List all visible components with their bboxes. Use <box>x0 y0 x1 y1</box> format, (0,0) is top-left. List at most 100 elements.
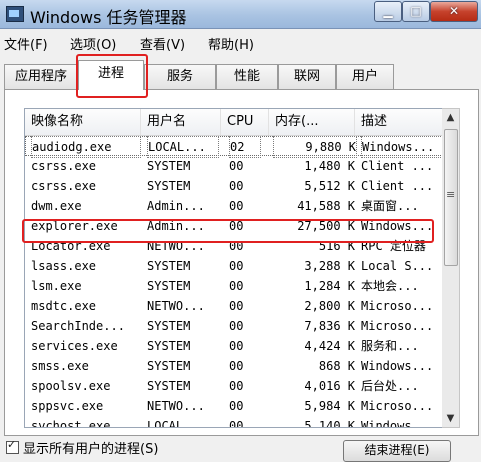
cell-desc: 本地会... <box>361 279 419 293</box>
show-all-users-checkbox[interactable]: 显示所有用户的进程(S) <box>6 438 159 457</box>
menu-help[interactable]: 帮助(H) <box>208 34 254 53</box>
table-row[interactable]: audiodg.exe LOCAL... 02 9,880 K Windows... <box>25 136 443 158</box>
tab-applications[interactable]: 应用程序 <box>4 64 78 89</box>
cell-cpu: 00 <box>229 219 244 233</box>
cell-name: msdtc.exe <box>31 299 97 313</box>
cell-desc: 后台处... <box>361 379 419 393</box>
cell-mem: 868 K <box>318 359 355 373</box>
menu-options[interactable]: 选项(O) <box>70 34 116 53</box>
cell-user: SYSTEM <box>147 319 191 333</box>
cell-cpu: 00 <box>229 179 244 193</box>
cell-mem: 4,016 K <box>304 379 355 393</box>
scroll-up-icon[interactable]: ▲ <box>442 109 459 126</box>
cell-user: Admin... <box>147 219 205 233</box>
tab-performance[interactable]: 性能 <box>216 64 278 89</box>
tab-networking[interactable]: 联网 <box>278 64 336 89</box>
cell-name: explorer.exe <box>31 219 118 233</box>
tab-services[interactable]: 服务 <box>144 64 216 89</box>
cell-cpu: 00 <box>229 279 244 293</box>
table-row[interactable]: msdtc.exe NETWO... 00 2,800 K Microso... <box>25 296 443 316</box>
cell-name: lsm.exe <box>31 279 82 293</box>
table-row[interactable]: spoolsv.exe SYSTEM 00 4,016 K 后台处... <box>25 376 443 396</box>
table-row[interactable]: dwm.exe Admin... 00 41,588 K 桌面窗... <box>25 196 443 216</box>
cell-mem: 2,800 K <box>304 299 355 313</box>
cell-name: SearchInde... <box>31 319 125 333</box>
cell-user: SYSTEM <box>147 159 191 173</box>
column-memory[interactable]: 内存(... <box>269 109 355 135</box>
vertical-scrollbar[interactable]: ▲ ▼ <box>442 108 460 428</box>
cell-user: SYSTEM <box>147 279 191 293</box>
maximize-button[interactable]: □ <box>402 1 430 22</box>
cell-user: SYSTEM <box>147 259 191 273</box>
cell-cpu: 02 <box>229 136 261 158</box>
process-list[interactable]: 映像名称 用户名 CPU 内存(... 描述 audiodg.exe LOCAL.… <box>24 108 444 428</box>
cell-user: SYSTEM <box>147 179 191 193</box>
cell-mem: 1,284 K <box>304 279 355 293</box>
show-all-users-label: 显示所有用户的进程(S) <box>23 442 159 457</box>
cell-name: csrss.exe <box>31 179 97 193</box>
tab-processes[interactable]: 进程 <box>78 60 144 90</box>
menu-bar: 文件(F) 选项(O) 查看(V) 帮助(H) <box>0 30 481 54</box>
table-row[interactable]: lsm.exe SYSTEM 00 1,284 K 本地会... <box>25 276 443 296</box>
title-bar: Windows 任务管理器 ▁ □ ✕ <box>0 0 481 29</box>
column-description[interactable]: 描述 <box>355 109 443 135</box>
table-row[interactable]: csrss.exe SYSTEM 00 1,480 K Client ... <box>25 156 443 176</box>
cell-desc: Local S... <box>361 259 434 273</box>
cell-mem: 5,140 K <box>304 419 355 428</box>
table-row[interactable]: csrss.exe SYSTEM 00 5,512 K Client ... <box>25 176 443 196</box>
menu-view[interactable]: 查看(V) <box>140 34 185 53</box>
cell-user: SYSTEM <box>147 359 191 373</box>
cell-cpu: 00 <box>229 259 244 273</box>
cell-cpu: 00 <box>229 319 244 333</box>
tab-strip: 应用程序 进程 服务 性能 联网 用户 <box>0 60 481 90</box>
tab-users[interactable]: 用户 <box>336 64 394 89</box>
window-title: Windows 任务管理器 <box>30 8 187 27</box>
table-row[interactable]: svchost.exe LOCAL... 00 5,140 K Windows... <box>25 416 443 428</box>
table-row[interactable]: Locator.exe NETWO... 00 516 K RPC 定位器 <box>25 236 443 256</box>
close-button[interactable]: ✕ <box>430 1 478 22</box>
table-row[interactable]: services.exe SYSTEM 00 4,424 K 服务和... <box>25 336 443 356</box>
cell-name: csrss.exe <box>31 159 97 173</box>
checkbox-checked-icon[interactable] <box>6 438 19 454</box>
cell-user: LOCAL... <box>147 136 219 158</box>
table-row[interactable]: smss.exe SYSTEM 00 868 K Windows... <box>25 356 443 376</box>
table-row[interactable]: SearchInde... SYSTEM 00 7,836 K Microso... <box>25 316 443 336</box>
cell-cpu: 00 <box>229 379 244 393</box>
cell-desc: 服务和... <box>361 339 419 353</box>
cell-user: SYSTEM <box>147 339 191 353</box>
column-user-name[interactable]: 用户名 <box>141 109 221 135</box>
table-row[interactable]: lsass.exe SYSTEM 00 3,288 K Local S... <box>25 256 443 276</box>
cell-name: Locator.exe <box>31 239 111 253</box>
scroll-down-icon[interactable]: ▼ <box>442 410 459 427</box>
cell-cpu: 00 <box>229 419 244 428</box>
table-row[interactable]: explorer.exe Admin... 00 27,500 K Windows... <box>25 216 443 236</box>
cell-mem: 7,836 K <box>304 319 355 333</box>
minimize-button[interactable]: ▁ <box>374 1 402 22</box>
cell-desc: Windows... <box>361 219 434 233</box>
cell-user: NETWO... <box>147 239 205 253</box>
table-row[interactable]: sppsvc.exe NETWO... 00 5,984 K Microso... <box>25 396 443 416</box>
cell-desc: Microso... <box>361 399 434 413</box>
cell-mem: 27,500 K <box>297 219 355 233</box>
column-cpu[interactable]: CPU <box>221 109 269 135</box>
cell-name: spoolsv.exe <box>31 379 111 393</box>
cell-name: lsass.exe <box>31 259 97 273</box>
cell-desc: Windows... <box>361 359 434 373</box>
cell-user: NETWO... <box>147 299 205 313</box>
menu-file[interactable]: 文件(F) <box>4 34 48 53</box>
cell-cpu: 00 <box>229 159 244 173</box>
cell-mem: 5,984 K <box>304 399 355 413</box>
cell-desc: Microso... <box>361 319 434 333</box>
cell-desc: Microso... <box>361 299 434 313</box>
cell-mem: 41,588 K <box>297 199 355 213</box>
cell-name: audiodg.exe <box>31 136 141 158</box>
scroll-thumb[interactable] <box>444 129 458 266</box>
list-header: 映像名称 用户名 CPU 内存(... 描述 <box>25 109 443 136</box>
cell-user: NETWO... <box>147 399 205 413</box>
column-image-name[interactable]: 映像名称 <box>25 109 141 135</box>
cell-mem: 9,880 K <box>273 136 357 158</box>
cell-name: sppsvc.exe <box>31 399 104 413</box>
cell-name: svchost.exe <box>31 419 111 428</box>
end-process-button[interactable]: 结束进程(E) <box>343 440 451 462</box>
cell-user: SYSTEM <box>147 379 191 393</box>
